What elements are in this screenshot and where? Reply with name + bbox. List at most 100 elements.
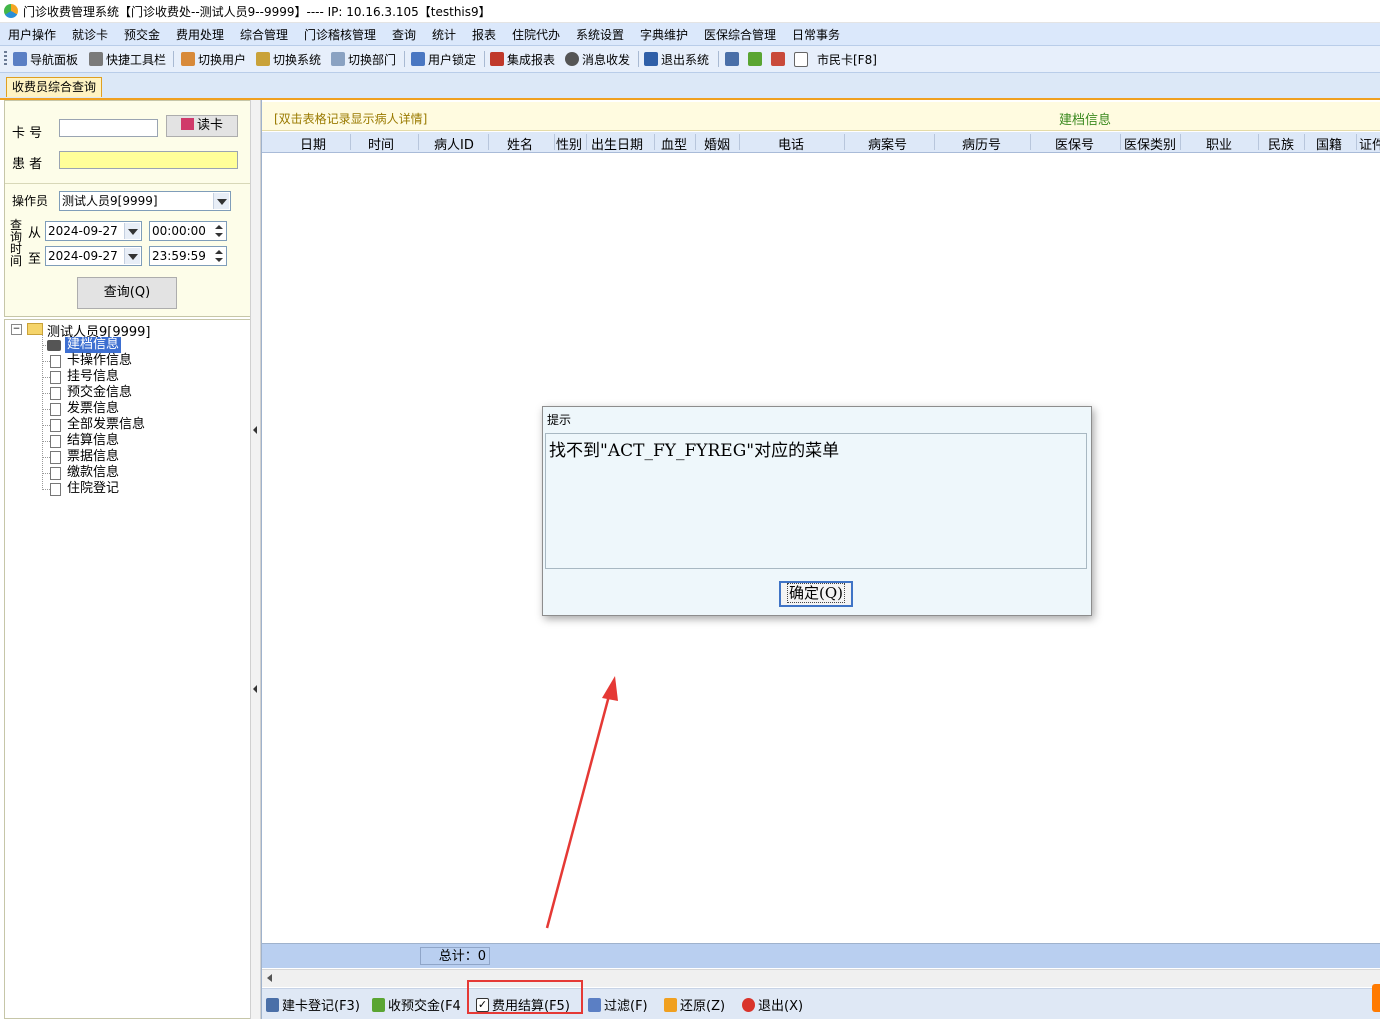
switch-user-button[interactable]: 切换用户	[181, 50, 246, 68]
chevron-down-icon[interactable]	[124, 223, 140, 239]
lock-user-label: 用户锁定	[428, 52, 477, 67]
column-header-phone[interactable]: 电话	[778, 134, 804, 153]
spin-arrows-icon[interactable]	[213, 248, 225, 264]
tree-item-all-invoices[interactable]: 全部发票信息	[67, 417, 145, 433]
column-header-record-no[interactable]: 病历号	[962, 134, 1001, 153]
collapse-toggle-icon[interactable]: −	[11, 324, 22, 335]
tree-guide-line	[42, 335, 43, 490]
column-header-date[interactable]: 日期	[300, 134, 326, 153]
collect-deposit-button[interactable]: 收预交金(F4	[372, 995, 461, 1014]
citizen-card-label: 市民卡[F8]	[817, 52, 877, 67]
column-header-nationality[interactable]: 国籍	[1316, 134, 1342, 153]
toolbar-separator	[404, 51, 405, 67]
collapse-left-icon[interactable]	[253, 685, 257, 693]
tree-item-archive[interactable]: 建档信息	[65, 337, 122, 353]
tree-item-card-ops[interactable]: 卡操作信息	[67, 353, 132, 369]
to-date-picker[interactable]: 2024-09-27	[45, 246, 142, 266]
menu-user-ops[interactable]: 用户操作	[8, 26, 56, 43]
restore-label: 还原(Z)	[680, 999, 726, 1014]
annotation-arrow-head	[602, 676, 618, 701]
from-time-spinner[interactable]: 00:00:00	[149, 221, 227, 241]
from-date-picker[interactable]: 2024-09-27	[45, 221, 142, 241]
integrated-report-button[interactable]: 集成报表	[490, 50, 555, 68]
column-header-time[interactable]: 时间	[368, 134, 394, 153]
horizontal-scrollbar[interactable]	[262, 969, 1380, 987]
exit-button[interactable]: 退出(X)	[742, 995, 803, 1014]
tree-item-registration[interactable]: 挂号信息	[67, 369, 119, 385]
column-header-case-no[interactable]: 病案号	[868, 134, 907, 153]
tree-item-receipts[interactable]: 票据信息	[67, 449, 119, 465]
dialog-ok-button[interactable]: 确定(Q)	[779, 581, 853, 607]
tree-item-settlement[interactable]: 结算信息	[67, 433, 119, 449]
menu-settings[interactable]: 系统设置	[576, 26, 624, 43]
query-button[interactable]: 查询(Q)	[77, 277, 177, 309]
category-tree: − 测试人员9[9999] 建档信息 卡操作信息 挂号信息 预交金信息 发票信息…	[4, 319, 251, 1019]
tree-item-invoice[interactable]: 发票信息	[67, 401, 119, 417]
copy-tool-button[interactable]	[771, 50, 788, 68]
nav-panel-button[interactable]: 导航面板	[13, 50, 78, 68]
panel-splitter[interactable]	[250, 100, 261, 1019]
edit-tool-button[interactable]	[725, 50, 742, 68]
spin-arrows-icon[interactable]	[213, 223, 225, 239]
column-header-occupation[interactable]: 职业	[1206, 134, 1232, 153]
card-number-input[interactable]	[59, 119, 158, 137]
menu-reports[interactable]: 报表	[472, 26, 496, 43]
tree-item-deposit[interactable]: 预交金信息	[67, 385, 132, 401]
chevron-down-icon[interactable]	[124, 248, 140, 264]
column-divider	[1304, 134, 1305, 150]
switch-dept-button[interactable]: 切换部门	[331, 50, 396, 68]
column-header-gender[interactable]: 性别	[556, 134, 582, 153]
document-icon	[50, 435, 61, 448]
quick-toolbar-button[interactable]: 快捷工具栏	[89, 50, 166, 68]
column-header-name[interactable]: 姓名	[507, 134, 533, 153]
menu-dictionary[interactable]: 字典维护	[640, 26, 688, 43]
column-header-blood-type[interactable]: 血型	[661, 134, 687, 153]
menu-stats[interactable]: 统计	[432, 26, 456, 43]
filter-button[interactable]: 过滤(F)	[588, 995, 648, 1014]
messages-label: 消息收发	[582, 52, 631, 67]
column-header-insurance-no[interactable]: 医保号	[1055, 134, 1094, 153]
menu-insurance[interactable]: 医保综合管理	[704, 26, 776, 43]
dialog-title: 提示	[547, 413, 572, 427]
messages-button[interactable]: 消息收发	[565, 50, 630, 68]
column-header-marriage[interactable]: 婚姻	[704, 134, 730, 153]
grid-hint: [双击表格记录显示病人详情]	[274, 112, 428, 126]
collapse-left-icon[interactable]	[253, 426, 257, 434]
operator-select[interactable]: 测试人员9[9999]	[59, 191, 231, 211]
tab-cashier-query[interactable]: 收费员综合查询	[6, 77, 103, 97]
to-time-spinner[interactable]: 23:59:59	[149, 246, 227, 266]
scroll-left-icon[interactable]	[267, 974, 272, 982]
action-bar: 建卡登记(F3) 收预交金(F4 ✓ 费用结算(F5) 过滤(F) 还原(Z) 退…	[262, 988, 1380, 1019]
menu-query[interactable]: 查询	[392, 26, 416, 43]
card-number-label: 卡 号	[12, 126, 43, 141]
column-header-id-doc[interactable]: 证件	[1359, 134, 1380, 153]
undo-arrow-icon	[664, 997, 677, 1012]
switch-system-button[interactable]: 切换系统	[256, 50, 321, 68]
tree-guide-line	[42, 441, 50, 442]
from-date-value: 2024-09-27	[48, 224, 118, 238]
read-card-button[interactable]: 读卡	[166, 115, 238, 137]
menu-fee[interactable]: 费用处理	[176, 26, 224, 43]
tree-item-admission[interactable]: 住院登记	[67, 481, 119, 497]
menu-daily[interactable]: 日常事务	[792, 26, 840, 43]
restore-button[interactable]: 还原(Z)	[664, 995, 725, 1014]
menu-card[interactable]: 就诊卡	[72, 26, 108, 43]
patient-input[interactable]	[59, 151, 238, 169]
create-card-button[interactable]: 建卡登记(F3)	[266, 995, 360, 1014]
column-header-ethnicity[interactable]: 民族	[1268, 134, 1294, 153]
column-header-birthdate[interactable]: 出生日期	[591, 134, 643, 153]
column-header-insurance-type[interactable]: 医保类别	[1124, 134, 1176, 153]
tree-item-payments[interactable]: 缴款信息	[67, 465, 119, 481]
menu-audit[interactable]: 门诊稽核管理	[304, 26, 376, 43]
lock-user-button[interactable]: 用户锁定	[411, 50, 476, 68]
menu-deposit[interactable]: 预交金	[124, 26, 160, 43]
column-header-patient-id[interactable]: 病人ID	[434, 134, 474, 153]
exit-system-button[interactable]: 退出系统	[644, 50, 709, 68]
menu-general[interactable]: 综合管理	[240, 26, 288, 43]
toolbar-grip[interactable]	[4, 51, 7, 67]
yuan-tool-button[interactable]	[748, 50, 765, 68]
menu-inpatient[interactable]: 住院代办	[512, 26, 560, 43]
patient-label: 患 者	[12, 157, 43, 172]
citizen-card-button[interactable]: 市民卡[F8]	[794, 50, 877, 68]
chevron-down-icon[interactable]	[213, 193, 229, 209]
